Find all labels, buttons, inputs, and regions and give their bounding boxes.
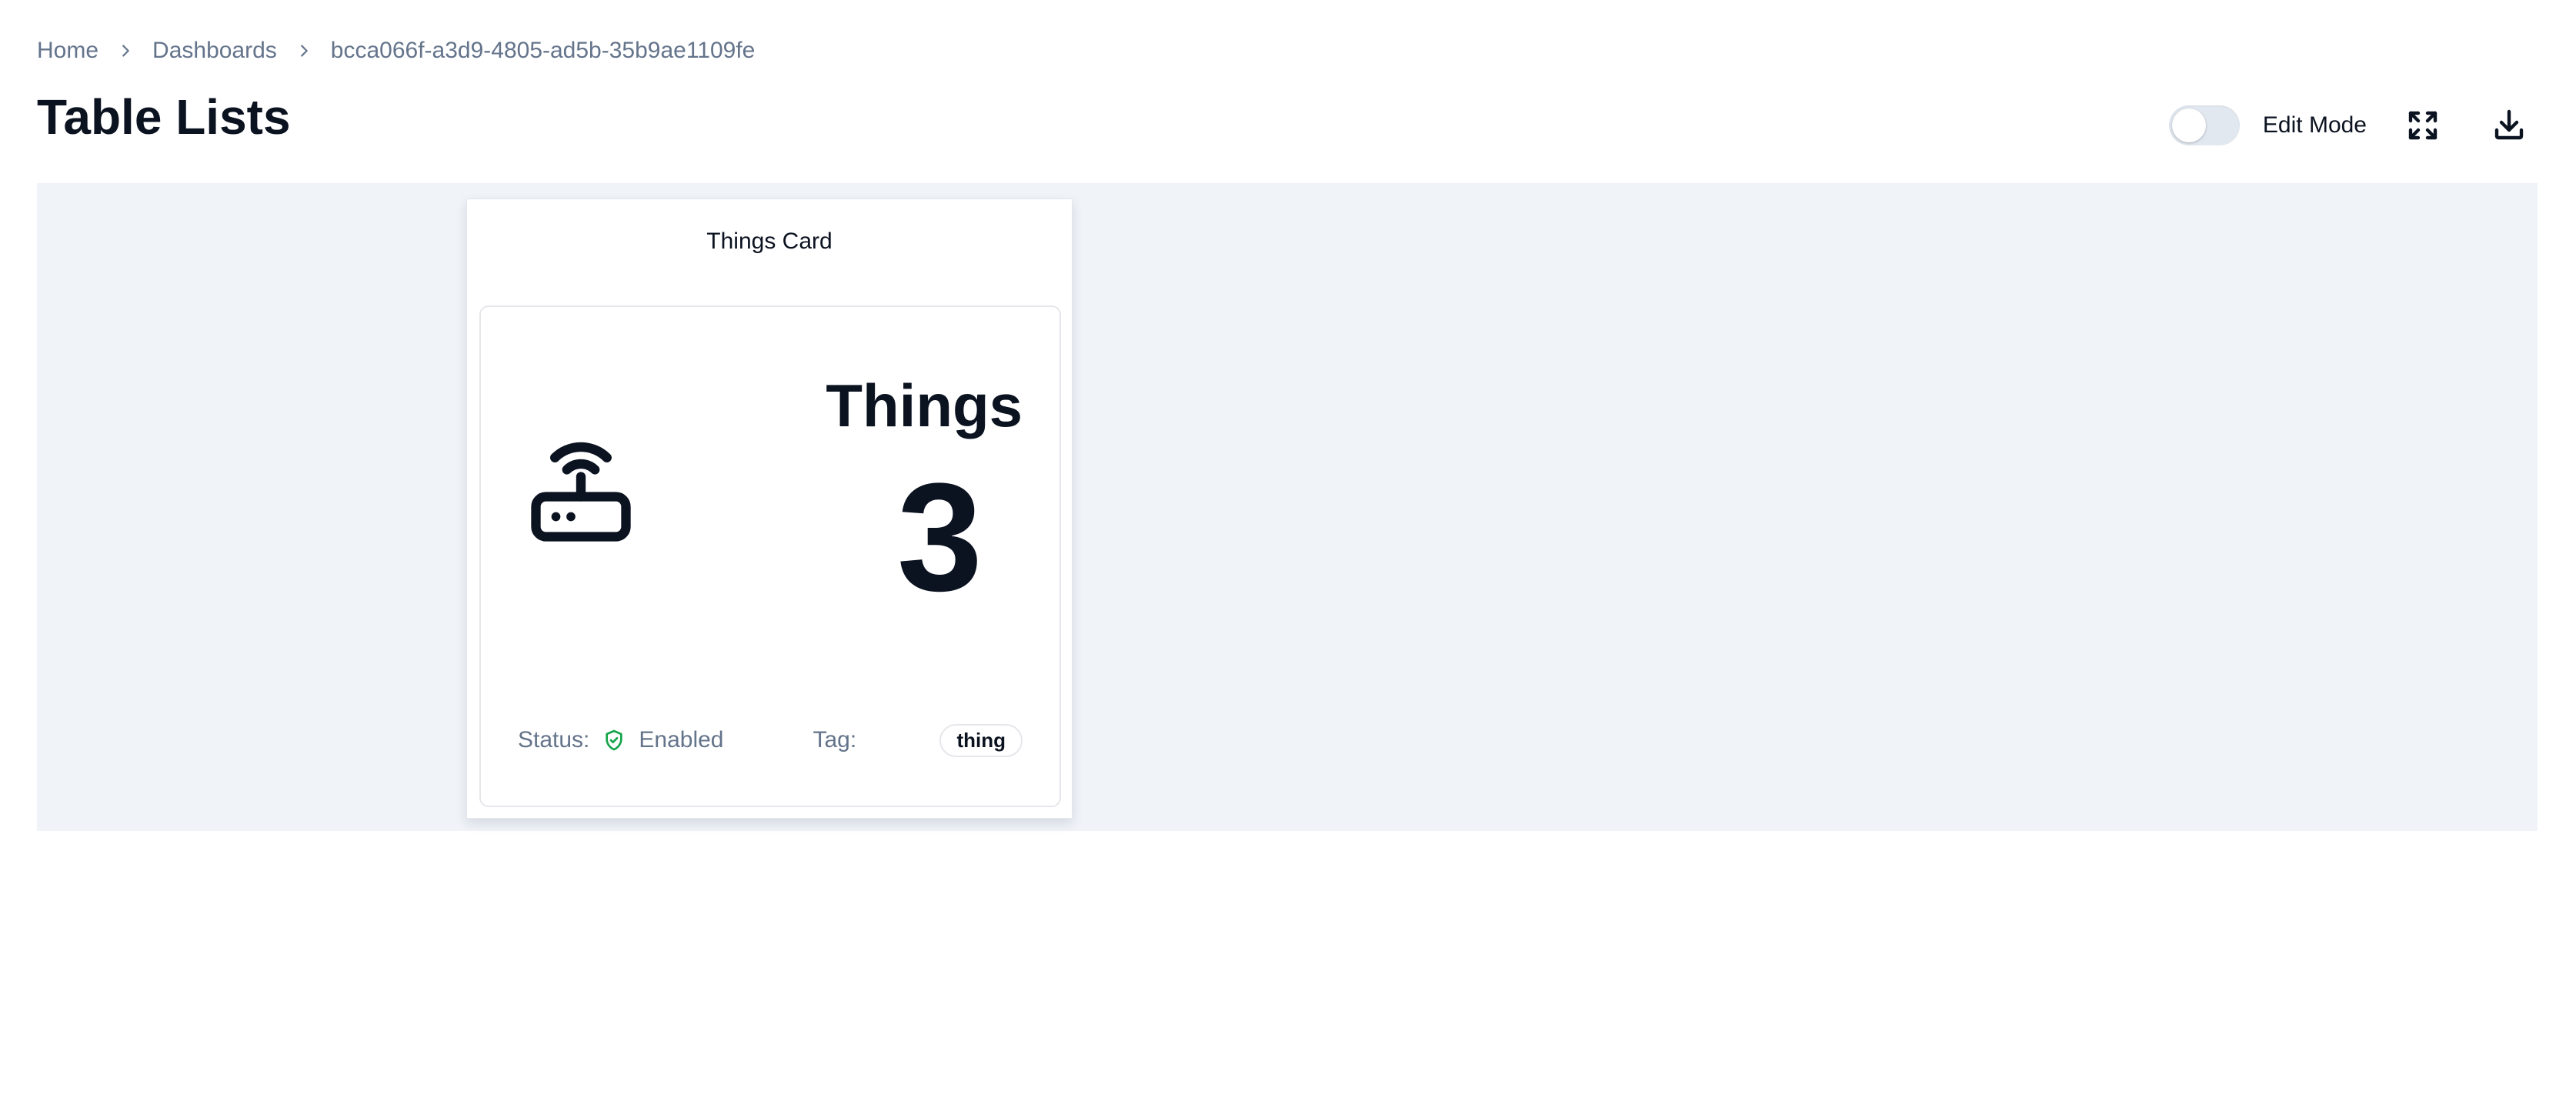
tag-badge: thing <box>939 723 1023 757</box>
things-card-widget[interactable]: Things Card Things 3 Status: Enabled Tag… <box>466 199 1073 819</box>
fullscreen-button[interactable] <box>2393 95 2453 155</box>
toggle-knob <box>2171 108 2206 142</box>
shield-check-icon <box>606 729 623 751</box>
breadcrumb: Home Dashboards bcca066f-a3d9-4805-ad5b-… <box>37 34 755 68</box>
tag-label: Tag: <box>813 727 857 753</box>
dashboard-canvas: Things Card Things 3 Status: Enabled Tag… <box>37 183 2538 831</box>
widget-title: Things Card <box>706 229 833 254</box>
metric-card: Things 3 Status: Enabled Tag: thing <box>479 305 1061 807</box>
metric-label: Things <box>826 372 1023 439</box>
page-title: Table Lists <box>37 89 291 145</box>
edit-mode-label: Edit Mode <box>2262 112 2367 138</box>
expand-icon <box>2408 111 2438 140</box>
status-label: Status: <box>518 727 590 753</box>
metric-value: 3 <box>896 452 983 623</box>
dashboard-toolbar: Edit Mode <box>2168 95 2539 155</box>
chevron-right-icon <box>277 42 331 59</box>
router-icon <box>531 442 631 542</box>
download-icon <box>2494 109 2524 140</box>
chevron-right-icon <box>98 42 152 59</box>
breadcrumb-dashboards-link[interactable]: Dashboards <box>152 38 277 64</box>
edit-mode-toggle[interactable] <box>2168 105 2240 145</box>
breadcrumb-current-dashboard: bcca066f-a3d9-4805-ad5b-35b9ae1109fe <box>330 38 756 63</box>
breadcrumb-home-link[interactable]: Home <box>37 38 98 64</box>
download-button[interactable] <box>2479 95 2539 155</box>
card-footer: Status: Enabled Tag: thing <box>518 721 1023 759</box>
status-value: Enabled <box>639 727 724 753</box>
